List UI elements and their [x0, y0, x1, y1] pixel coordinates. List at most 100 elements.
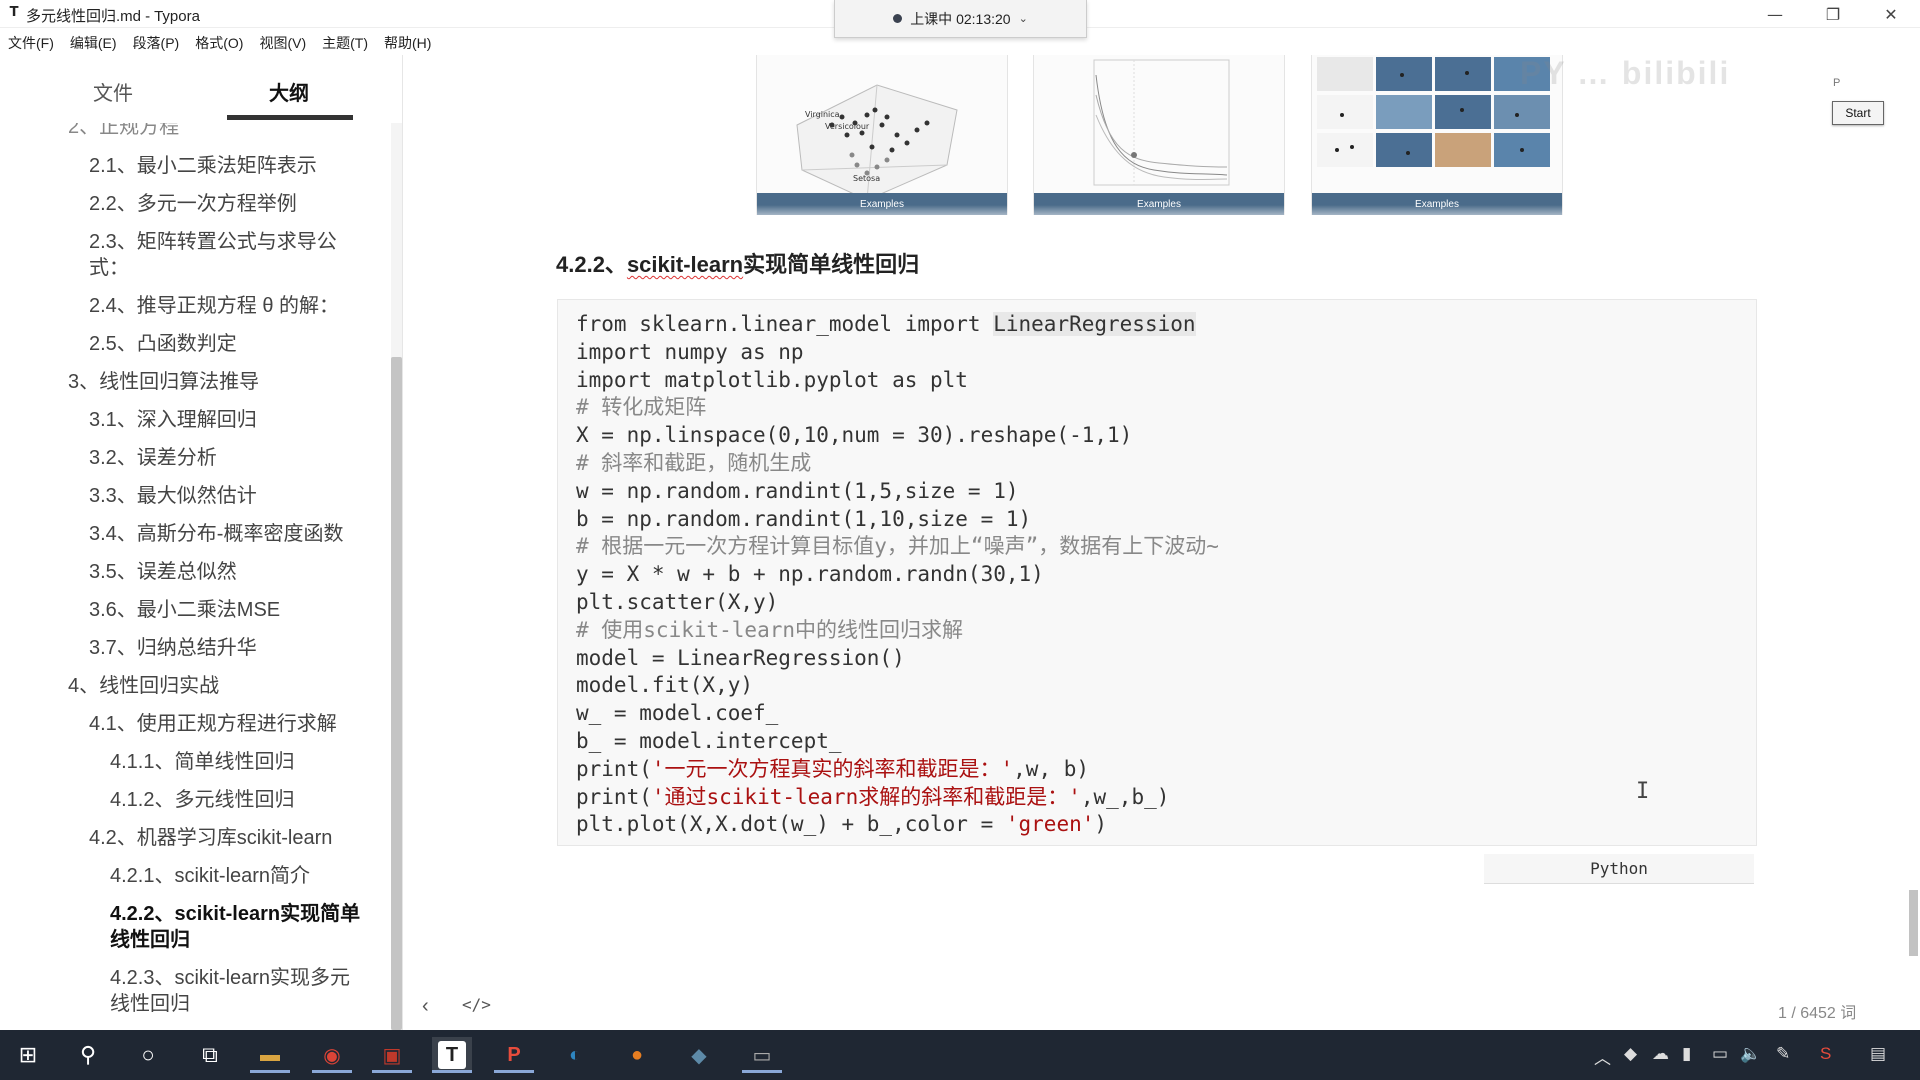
taskbar-typora-icon[interactable]: T	[432, 1037, 472, 1073]
tray-network-icon[interactable]: ▭	[1712, 1044, 1728, 1064]
task-view-icon[interactable]: ⧉	[190, 1037, 230, 1073]
taskbar-orange-app-icon[interactable]: ●	[617, 1037, 657, 1073]
menu-paragraph[interactable]: 段落(P)	[125, 30, 188, 54]
taskbar-screen-tool-icon[interactable]: ▣	[372, 1037, 412, 1073]
menu-help[interactable]: 帮助(H)	[376, 30, 439, 54]
minimize-button[interactable]: —	[1746, 0, 1804, 28]
outline-item[interactable]: 3.6、最小二乘法MSE	[0, 597, 390, 623]
tab-files[interactable]: 文件	[93, 77, 133, 106]
code-line: print('一元一次方程真实的斜率和截距是：',w, b)	[576, 756, 1090, 781]
start-button[interactable]: Start	[1832, 101, 1884, 125]
recording-status-pill[interactable]: 上课中 02:13:20 ⌄	[834, 0, 1087, 38]
notification-center-icon[interactable]: ▤	[1870, 1044, 1886, 1064]
outline-item[interactable]: 3.2、误差分析	[0, 445, 390, 471]
tab-outline[interactable]: 大纲	[269, 77, 309, 106]
code-line: plt.scatter(X,y)	[576, 589, 779, 614]
tray-cloud-icon[interactable]: ☁	[1652, 1044, 1669, 1064]
code-line: b = np.random.randint(1,10,size = 1)	[576, 506, 1032, 531]
code-string: 'green'	[1005, 812, 1095, 837]
menu-file[interactable]: 文件(F)	[0, 30, 62, 54]
sidebar-tabs: 文件 大纲	[0, 55, 402, 125]
outline-item-partial[interactable]: 2、正规方程	[0, 123, 390, 141]
outline-item[interactable]: 4.1.1、简单线性回归	[0, 749, 390, 775]
sidebar-scrollbar-thumb[interactable]	[391, 357, 402, 1030]
taskbar-pdf-reader-icon[interactable]: P	[494, 1037, 534, 1073]
outline-item[interactable]: 4.2.3、scikit-learn实现多元线性回归	[0, 965, 390, 1017]
outline-item[interactable]: 4、线性回归实战	[0, 673, 390, 699]
menu-bar: 文件(F) 编辑(E) 段落(P) 格式(O) 视图(V) 主题(T) 帮助(H…	[0, 30, 439, 54]
code-line: model.fit(X,y)	[576, 673, 754, 698]
outline-item[interactable]: 4.2.2、scikit-learn实现简单线性回归	[0, 901, 390, 953]
maximize-button[interactable]: ❐	[1804, 0, 1862, 28]
tray-chevron-up-icon[interactable]: ︿	[1594, 1044, 1611, 1069]
taskbar-chrome-icon[interactable]: ◉	[312, 1037, 352, 1073]
outline-item[interactable]: 2.5、凸函数判定	[0, 331, 390, 357]
code-line: model = LinearRegression()	[576, 645, 905, 670]
tray-pen-icon[interactable]: ✎	[1776, 1044, 1790, 1064]
example-thumbnail-line-plot[interactable]: Examples	[1033, 55, 1285, 215]
windows-start-icon[interactable]: ⊞	[8, 1037, 48, 1073]
sidebar: 文件 大纲 2、正规方程 2.1、最小二乘法矩阵表示 2.2、多元一次方程举例 2.…	[0, 55, 403, 1030]
outline-item[interactable]: 3.4、高斯分布-概率密度函数	[0, 521, 390, 547]
code-string: '一元一次方程真实的斜率和截距是：'	[651, 756, 1014, 781]
tray-python-icon[interactable]: ◆	[1624, 1044, 1637, 1064]
outline-item[interactable]: 4.1.2、多元线性回归	[0, 787, 390, 813]
code-line: plt.plot(X,X.dot(w_) + b_,color = 'green…	[576, 812, 1108, 837]
code-line: print('通过scikit-learn求解的斜率和截距是：',w_,b_)	[576, 784, 1170, 809]
outline-item[interactable]: 4.2.1、scikit-learn简介	[0, 863, 390, 889]
code-line: X = np.linspace(0,10,num = 30).reshape(-…	[576, 423, 1133, 448]
outline-item[interactable]: 2.1、最小二乘法矩阵表示	[0, 153, 390, 179]
menu-format[interactable]: 格式(O)	[187, 30, 251, 54]
thumb-label-setosa: Setosa	[853, 174, 880, 183]
code-comment-line: # 转化成矩阵	[576, 395, 707, 420]
iris-3d-plot-image: Virginica Versicolour Setosa	[796, 84, 958, 201]
tray-volume-icon[interactable]: 🔈	[1740, 1044, 1761, 1064]
recording-dot-icon	[893, 14, 903, 23]
active-tab-indicator	[227, 115, 353, 120]
source-code-toggle-icon[interactable]: </>	[462, 995, 491, 1014]
code-line: w_ = model.coef_	[576, 701, 779, 726]
outline-item[interactable]: 4.2、机器学习库scikit-learn	[0, 825, 390, 851]
window-controls: — ❐ ✕	[1746, 0, 1920, 28]
menu-edit[interactable]: 编辑(E)	[62, 30, 125, 54]
chevron-down-icon[interactable]: ⌄	[1019, 12, 1028, 25]
outline-item[interactable]: 2.2、多元一次方程举例	[0, 191, 390, 217]
taskbar-file-explorer-icon[interactable]: ▬	[250, 1037, 290, 1073]
example-thumbnail-3d-scatter[interactable]: Virginica Versicolour Setosa Examples	[756, 55, 1008, 215]
outline-item[interactable]: 2.3、矩阵转置公式与求导公式：	[0, 229, 390, 281]
document-scrollbar-thumb[interactable]	[1909, 890, 1918, 956]
thumb-label-versicolour: Versicolour	[825, 122, 870, 131]
code-line: b_ = model.intercept_	[576, 728, 842, 753]
taskbar-edge-icon[interactable]: ◐	[555, 1037, 595, 1073]
code-line: import matplotlib.pyplot as plt	[576, 367, 968, 392]
regression-curves-image	[1093, 59, 1230, 186]
close-button[interactable]: ✕	[1862, 0, 1920, 28]
code-language-label[interactable]: Python	[1484, 854, 1754, 884]
outline-item[interactable]: 3.3、最大似然估计	[0, 483, 390, 509]
code-block[interactable]: from sklearn.linear_model import LinearR…	[557, 299, 1757, 846]
text-cursor-icon: I	[1636, 779, 1650, 804]
window-title: 多元线性回归.md - Typora	[26, 8, 200, 25]
highlighted-word: LinearRegression	[993, 312, 1196, 336]
menu-theme[interactable]: 主题(T)	[314, 30, 376, 54]
thumb-label-virginica: Virginica	[805, 110, 840, 119]
menu-view[interactable]: 视图(V)	[251, 30, 314, 54]
outline-item[interactable]: 2.4、推导正规方程 θ 的解：	[0, 293, 390, 319]
outline-item[interactable]: 3.7、归纳总结升华	[0, 635, 390, 661]
editor-main[interactable]: Virginica Versicolour Setosa Examples Ex…	[404, 55, 1920, 1030]
taskbar-terminal-icon[interactable]: ▭	[742, 1037, 782, 1073]
outline-item[interactable]: 4.1、使用正规方程进行求解	[0, 711, 390, 737]
section-heading: 4.2.2、scikit-learn实现简单线性回归	[556, 252, 920, 277]
taskbar-python-tool-icon[interactable]: ◆	[679, 1037, 719, 1073]
outline-list: 2、正规方程 2.1、最小二乘法矩阵表示 2.2、多元一次方程举例 2.3、矩阵转置…	[0, 123, 390, 1029]
outline-item[interactable]: 3.5、误差总似然	[0, 559, 390, 585]
search-icon[interactable]: ⚲	[68, 1037, 108, 1073]
cortana-icon[interactable]: ○	[128, 1037, 168, 1073]
status-bar: ‹ </> 1 / 6452 词	[404, 985, 1920, 1025]
tray-battery-icon[interactable]: ▮	[1682, 1044, 1691, 1064]
tray-antivirus-icon[interactable]: S	[1820, 1044, 1831, 1064]
outline-item[interactable]: 3、线性回归算法推导	[0, 369, 390, 395]
outline-item[interactable]: 3.1、深入理解回归	[0, 407, 390, 433]
word-count[interactable]: 1 / 6452 词	[1778, 999, 1856, 1023]
back-arrow-icon[interactable]: ‹	[422, 995, 429, 1018]
